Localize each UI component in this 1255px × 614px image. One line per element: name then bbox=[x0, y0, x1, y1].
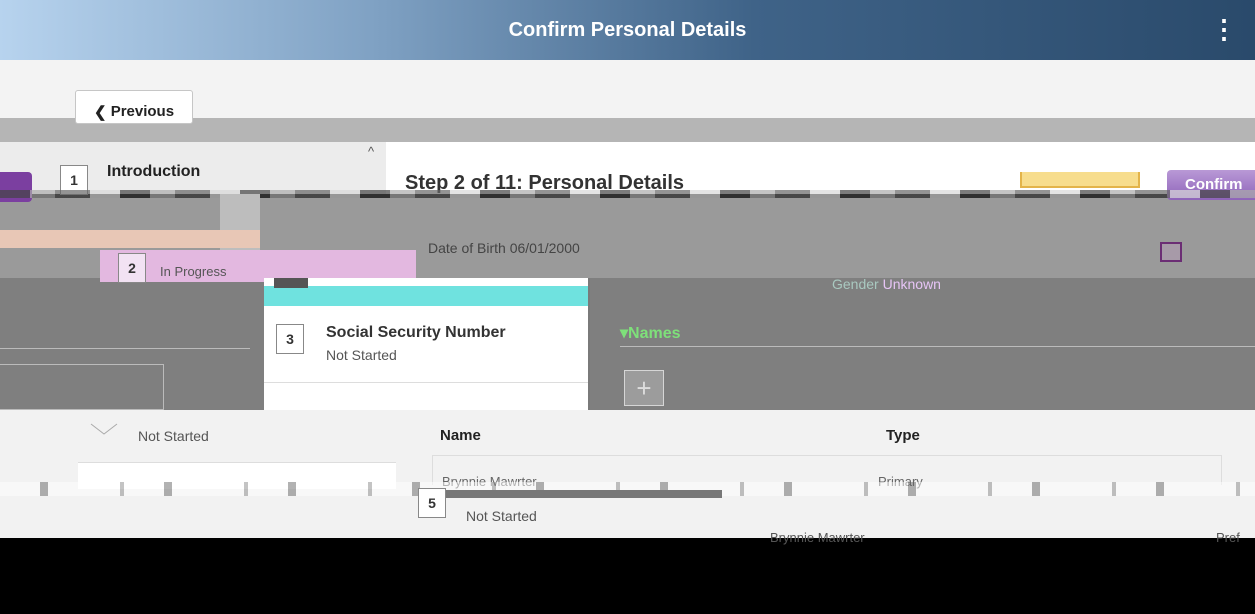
step-5-title-bar bbox=[430, 490, 722, 498]
step-2-status: In Progress bbox=[160, 264, 227, 279]
highlight-box bbox=[1020, 172, 1140, 188]
panel-divider bbox=[264, 382, 588, 383]
add-name-button[interactable]: + bbox=[624, 370, 664, 406]
previous-button[interactable]: ❮ Previous bbox=[75, 90, 193, 124]
outlined-box bbox=[0, 364, 164, 410]
gender-value: Unknown bbox=[882, 276, 941, 292]
page-title: Confirm Personal Details bbox=[508, 18, 747, 41]
table-divider bbox=[432, 455, 1222, 456]
step-4-status: Not Started bbox=[138, 428, 209, 444]
step-5-status: Not Started bbox=[466, 508, 537, 524]
kebab-menu-icon[interactable]: ⋮ bbox=[1211, 14, 1237, 44]
date-of-birth: Date of Birth 06/01/2000 bbox=[428, 240, 580, 256]
column-header-name[interactable]: Name bbox=[440, 427, 481, 444]
names-section-toggle[interactable]: ▾Names bbox=[620, 323, 681, 343]
step-chevron-icon bbox=[90, 423, 118, 435]
scroll-up-arrow-icon[interactable]: ^ bbox=[368, 144, 374, 159]
step-3-title[interactable]: Social Security Number bbox=[326, 324, 506, 342]
dob-label: Date of Birth bbox=[428, 240, 506, 256]
step-3-status: Not Started bbox=[326, 347, 397, 363]
panel-tab bbox=[274, 278, 308, 288]
collapse-caret-icon: ▾ bbox=[620, 325, 629, 342]
step-1-title[interactable]: Introduction bbox=[107, 163, 200, 181]
chevron-left-icon: ❮ bbox=[93, 104, 111, 121]
active-step-highlight bbox=[264, 286, 588, 306]
step-3-number: 3 bbox=[276, 324, 304, 354]
render-artifact-band bbox=[0, 190, 1255, 198]
dob-value: 06/01/2000 bbox=[509, 240, 580, 256]
plus-icon: + bbox=[636, 372, 652, 403]
divider-line bbox=[0, 348, 250, 349]
table-border-right bbox=[1221, 455, 1222, 485]
highlight-row bbox=[0, 230, 260, 248]
black-band bbox=[0, 538, 1255, 614]
column-header-type[interactable]: Type bbox=[886, 427, 920, 444]
table-row-type: Pref bbox=[1216, 530, 1240, 545]
previous-label: Previous bbox=[110, 103, 175, 120]
page-header: Confirm Personal Details bbox=[0, 0, 1255, 60]
table-border-left bbox=[432, 455, 433, 485]
gender-label: Gender bbox=[832, 276, 879, 292]
step-2-number: 2 bbox=[118, 253, 146, 283]
step-5-number: 5 bbox=[418, 488, 446, 518]
section-divider bbox=[620, 346, 1255, 347]
gender-field: Gender Unknown bbox=[832, 276, 941, 292]
names-label: Names bbox=[628, 325, 681, 342]
checkbox[interactable] bbox=[1160, 242, 1182, 262]
table-row-name[interactable]: Brynnie Mawrter bbox=[770, 530, 865, 545]
